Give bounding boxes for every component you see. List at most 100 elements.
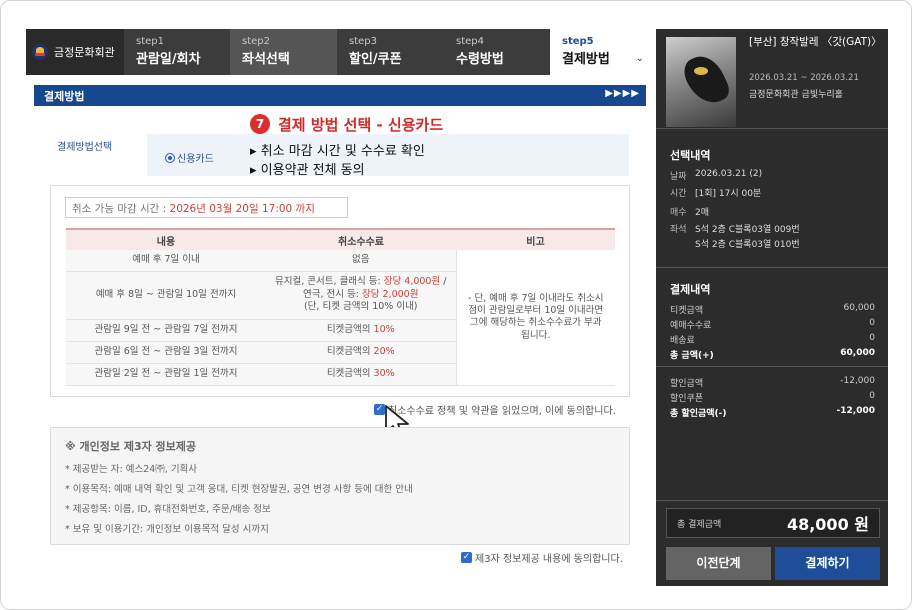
fee-text: 티켓금액의 — [326, 367, 374, 379]
step-number: step5 — [562, 36, 594, 47]
amount-key: 티켓금액 — [670, 306, 704, 316]
fee-text: 연극, 전시 등: — [303, 288, 363, 300]
deadline-value: 2026년 03월 20일 17:00 까지 — [169, 203, 315, 215]
period-cell: 관람일 9일 전 ~ 관람일 7일 전까지 — [66, 319, 266, 342]
radio-selected-icon[interactable] — [165, 152, 175, 163]
step-2-tab[interactable]: step2 좌석선택 — [230, 29, 337, 75]
step-number: step4 — [456, 36, 484, 47]
checkbox-checked-icon[interactable]: ✓ — [461, 552, 472, 563]
selection-value: S석 2층 C블록03열 009번 — [695, 225, 800, 235]
step-5-tab[interactable]: step5 결제방법 ⌄ — [550, 29, 656, 75]
fee-percent: 10% — [373, 323, 395, 335]
show-dates: 2026.03.21 ~ 2026.03.21 — [749, 73, 859, 83]
privacy-agree-label[interactable]: 제3자 정보제공 내용에 동의합니다. — [475, 550, 623, 565]
selection-key: 날짜 — [670, 172, 687, 182]
privacy-third-party-box: ※ 개인정보 제3자 정보제공 * 제공받는 자: 예스24㈜, 기획사 * 이… — [50, 427, 630, 545]
fee-text: 티켓금액의 — [326, 345, 374, 357]
selection-row: 시간 [1회] 17시 00분 — [670, 186, 875, 199]
annotation-number-badge: 7 — [250, 114, 270, 134]
total-amount-row: 총 금액(+) 60,000 — [670, 348, 875, 361]
venue-logo[interactable]: 금정문화회관 — [26, 29, 124, 75]
selection-row: 좌석 S석 2층 C블록03열 009번 — [670, 222, 875, 235]
privacy-line: * 제공받는 자: 예스24㈜, 기획사 — [65, 464, 198, 475]
cancel-agree-label[interactable]: 취소수수료 정책 및 약관을 읽었으며, 이에 동의합니다. — [388, 402, 616, 417]
total-discount-row: 총 할인금액(-) -12,000 — [670, 406, 875, 419]
step-label: 할인/쿠폰 — [349, 52, 402, 67]
venue-logo-icon — [32, 44, 48, 60]
period-cell: 예매 후 8일 ~ 관람일 10일 전까지 — [66, 271, 266, 320]
discount-value: -12,000 — [840, 376, 875, 386]
show-title: [부산] 창작발레 〈갓(GAT)〉 — [749, 36, 882, 48]
section-header: 결제방법 ▶▶▶▶ — [34, 85, 646, 106]
privacy-line: * 보유 및 이용기간: 개인정보 이용목적 달성 시까지 — [65, 524, 269, 535]
step-label: 수령방법 — [456, 52, 504, 67]
divider — [656, 267, 888, 268]
discount-row: 할인쿠폰 0 — [670, 391, 875, 404]
privacy-line: * 이용목적: 예매 내역 확인 및 고객 응대, 티켓 현장발권, 공연 변경… — [65, 484, 413, 495]
credit-card-label[interactable]: 신용카드 — [177, 150, 214, 165]
selection-value: S석 2층 C블록03열 010번 — [695, 240, 800, 250]
table-header-row: 내용 취소수수료 비고 — [66, 228, 615, 250]
show-venue: 금정문화회관 금빛누리홀 — [749, 90, 843, 100]
column-header: 비고 — [456, 228, 615, 250]
amount-row: 티켓금액 60,000 — [670, 303, 875, 316]
amount-key: 예매수수료 — [670, 321, 712, 331]
discount-value: 0 — [869, 391, 875, 401]
previous-step-button[interactable]: 이전단계 — [666, 547, 771, 580]
cancellation-fee-table: 내용 취소수수료 비고 예매 후 7일 이내 없음 - 단, 예매 후 7일 이… — [66, 228, 615, 386]
selection-value: 2매 — [695, 208, 710, 218]
selection-value: [1회] 17시 00분 — [695, 189, 762, 199]
remark-cell: - 단, 예매 후 7일 이내라도 취소시점이 관람일로부터 10일 이내라면 … — [455, 250, 615, 386]
venue-name: 금정문화회관 — [54, 46, 115, 59]
fee-cell: 없음 — [266, 250, 456, 272]
step-3-tab[interactable]: step3 할인/쿠폰 — [337, 29, 444, 75]
amount-key: 총 금액(+) — [670, 351, 714, 361]
column-header: 취소수수료 — [266, 228, 456, 250]
divider — [656, 500, 888, 501]
cancel-deadline: 취소 가능 마감 시간 : 2026년 03월 20일 17:00 까지 — [65, 197, 348, 218]
divider — [656, 128, 888, 129]
discount-key: 총 할인금액(-) — [670, 409, 727, 419]
selection-key: 매수 — [670, 208, 687, 218]
selection-key: 시간 — [670, 189, 687, 199]
pay-button[interactable]: 결제하기 — [775, 547, 880, 580]
annotation-note: ▸ 이용약관 전체 동의 — [250, 163, 365, 178]
payment-summary-title: 결제내역 — [670, 283, 711, 296]
fee-percent: 30% — [373, 367, 395, 379]
amount-row: 배송료 0 — [670, 333, 875, 346]
privacy-agreement[interactable]: ✓ 제3자 정보제공 내용에 동의합니다. — [461, 550, 623, 565]
amount-value: 60,000 — [843, 303, 876, 313]
step-label: 관람일/회차 — [136, 52, 201, 67]
fee-cell: 티켓금액의 20% — [266, 341, 456, 364]
fee-cell: 티켓금액의 30% — [266, 363, 456, 386]
fee-text: (단, 티켓 금액의 10% 이내) — [303, 301, 418, 313]
table-row: 예매 후 7일 이내 없음 - 단, 예매 후 7일 이내라도 취소시점이 관람… — [66, 250, 615, 386]
amount-value: 0 — [869, 318, 875, 328]
step-4-tab[interactable]: step4 수령방법 — [444, 29, 550, 75]
amount-row: 예매수수료 0 — [670, 318, 875, 331]
amount-value: 60,000 — [840, 348, 875, 358]
discount-row: 할인금액 -12,000 — [670, 376, 875, 389]
step-number: step3 — [349, 36, 377, 47]
step-number: step1 — [136, 36, 164, 47]
amount-key: 배송료 — [670, 336, 695, 346]
discount-key: 할인쿠폰 — [670, 394, 704, 404]
section-title: 결제방법 — [44, 90, 85, 103]
fee-cell: 뮤지컬, 콘서트, 클래식 등: 장당 4,000원 / 연극, 전시 등: 장… — [266, 271, 456, 320]
step-1-tab[interactable]: step1 관람일/회차 — [124, 29, 230, 75]
amount-value: 0 — [869, 333, 875, 343]
chevron-down-icon[interactable]: ⌄ — [636, 53, 644, 64]
selection-key: 좌석 — [670, 225, 687, 235]
final-total-value: 48,000 원 — [786, 515, 869, 534]
credit-card-radio[interactable]: 신용카드 — [165, 150, 214, 165]
column-header: 내용 — [66, 228, 266, 250]
selection-value: 2026.03.21 (2) — [695, 169, 763, 179]
annotation-note: ▸ 취소 마감 시간 및 수수료 확인 — [250, 144, 425, 159]
selection-row: 날짜 2026.03.21 (2) — [670, 169, 875, 182]
fee-text: 뮤지컬, 콘서트, 클래식 등: — [275, 276, 384, 288]
fee-percent: 20% — [373, 345, 395, 357]
discount-key: 할인금액 — [670, 379, 704, 389]
fee-amount: 장당 4,000원 — [383, 276, 441, 288]
deadline-prefix: 취소 가능 마감 시간 : — [72, 203, 170, 215]
fee-amount: 장당 2,000원 — [362, 288, 419, 300]
